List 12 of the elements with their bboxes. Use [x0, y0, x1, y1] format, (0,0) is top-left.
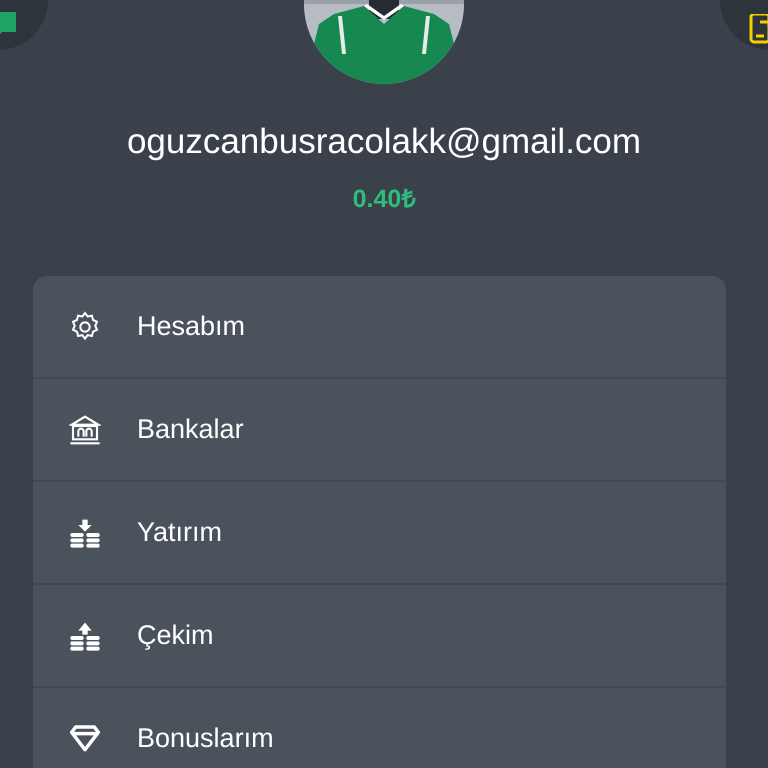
menu-item[interactable]: Yatırım [33, 482, 726, 585]
phone-icon [748, 14, 768, 44]
bank-icon [69, 414, 101, 446]
account-email: oguzcanbusracolakk@gmail.com [126, 122, 642, 162]
coins-down-arrow-icon [69, 516, 101, 548]
account-balance: 0.40₺ [352, 184, 416, 214]
menu-item[interactable]: Hesabım [33, 276, 726, 379]
diamond-icon [69, 722, 101, 754]
menu-item[interactable]: Bankalar [33, 379, 726, 482]
settings-icon [69, 310, 101, 342]
menu-item[interactable]: Bonuslarım [33, 688, 726, 768]
menu-item[interactable]: Çekim [33, 585, 726, 688]
